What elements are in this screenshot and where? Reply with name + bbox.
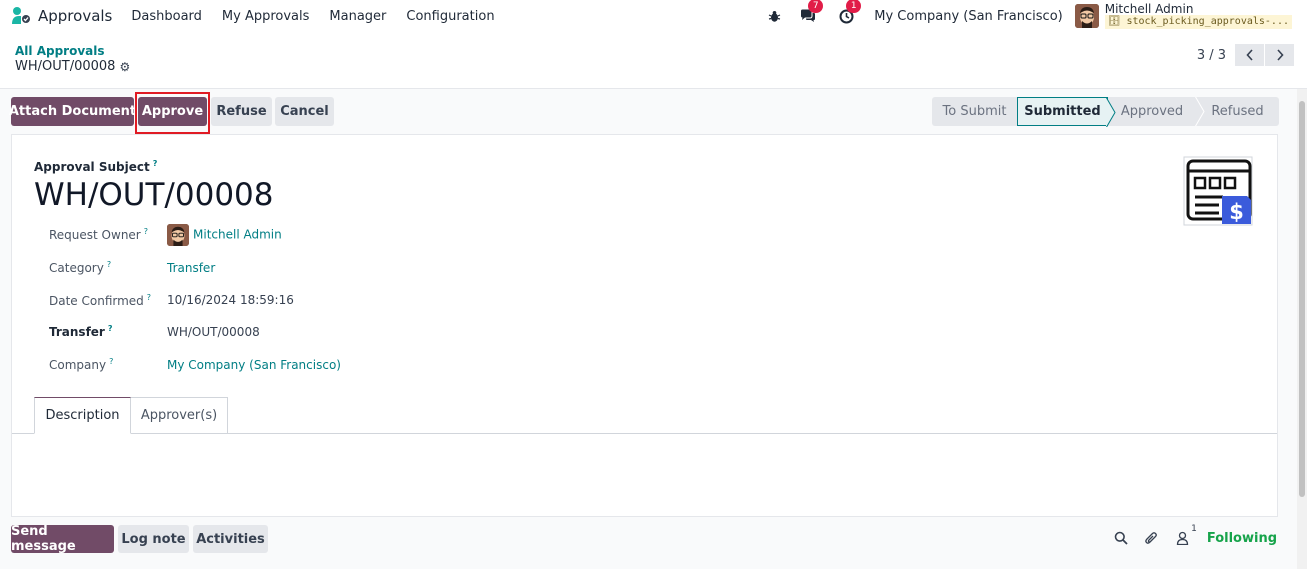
pager-previous-button[interactable]	[1235, 44, 1264, 66]
breadcrumb-all-approvals[interactable]: All Approvals	[15, 44, 105, 58]
notebook-tabs: Description Approver(s)	[12, 397, 1277, 434]
pager-next-button[interactable]	[1265, 44, 1294, 66]
following-button[interactable]: Following	[1207, 531, 1277, 546]
stage-refused[interactable]: Refused	[1196, 97, 1279, 126]
stage-arrow	[1106, 98, 1116, 127]
form-sheet: Approval Subject? WH/OUT/00008 Request O…	[11, 134, 1278, 517]
stage-submitted[interactable]: Submitted	[1017, 97, 1116, 127]
category-field[interactable]: Transfer	[167, 261, 215, 275]
attach-document-button[interactable]: Attach Document	[9, 97, 136, 126]
cancel-button[interactable]: Cancel	[275, 97, 334, 126]
approve-highlight-frame	[135, 92, 210, 134]
send-message-button[interactable]: Send message	[11, 524, 114, 554]
chatter-topbar: Send message Log note Activities 1 Follo…	[0, 517, 1307, 569]
user-name: Mitchell Admin	[1104, 2, 1194, 16]
user-menu[interactable]: Mitchell Admin 🗄︎ stock_picking_approval…	[1104, 2, 1292, 29]
control-panel: All Approvals WH/OUT/00008 ⚙ 3 / 3	[0, 32, 1307, 89]
scrollbar[interactable]	[1297, 89, 1307, 569]
company-switcher[interactable]: My Company (San Francisco)	[874, 9, 1062, 24]
help-icon[interactable]: ?	[108, 324, 113, 333]
approval-subject-label: Approval Subject?	[34, 159, 158, 174]
help-icon[interactable]: ?	[109, 357, 113, 366]
breadcrumb-current-record: WH/OUT/00008	[15, 59, 116, 74]
pager-value[interactable]: 3 / 3	[1197, 48, 1226, 63]
chevron-right-icon	[1276, 49, 1284, 61]
tab-description[interactable]: Description	[34, 397, 131, 434]
stage-to-submit[interactable]: To Submit	[932, 97, 1017, 126]
chevron-left-icon	[1245, 49, 1253, 61]
transfer-label: Transfer?	[49, 324, 113, 339]
record-title[interactable]: WH/OUT/00008	[34, 177, 274, 213]
menu-my-approvals[interactable]: My Approvals	[222, 9, 310, 24]
help-icon[interactable]: ?	[147, 293, 151, 302]
followers-icon[interactable]: 1	[1174, 524, 1197, 547]
help-icon[interactable]: ?	[153, 159, 158, 168]
help-icon[interactable]: ?	[107, 260, 111, 269]
approvals-app-icon[interactable]	[11, 6, 31, 26]
user-avatar[interactable]	[1074, 4, 1099, 28]
systray: 7 1 My Company (San Francisco) Mitchell …	[764, 0, 1307, 32]
database-name: 🗄︎ stock_picking_approvals-...	[1104, 15, 1292, 29]
followers-count: 1	[1191, 524, 1197, 534]
stage-bar: To Submit Submitted Approved Refused	[932, 97, 1279, 127]
scrollbar-thumb[interactable]	[1299, 101, 1305, 497]
menu-dashboard[interactable]: Dashboard	[131, 9, 202, 24]
top-navbar: Approvals Dashboard My Approvals Manager…	[0, 0, 1307, 32]
app-name[interactable]: Approvals	[38, 7, 112, 25]
help-icon[interactable]: ?	[144, 227, 148, 236]
transfer-field[interactable]: WH/OUT/00008	[167, 325, 260, 339]
chat-icon[interactable]: 7	[798, 0, 824, 26]
request-owner-field[interactable]: Mitchell Admin	[167, 224, 282, 246]
stage-approved[interactable]: Approved	[1108, 97, 1205, 126]
menu-manager[interactable]: Manager	[329, 9, 386, 24]
request-owner-label: Request Owner?	[49, 227, 148, 242]
main-menu: Dashboard My Approvals Manager Configura…	[131, 9, 514, 24]
bug-icon[interactable]	[764, 6, 784, 26]
date-confirmed-label: Date Confirmed?	[49, 293, 152, 308]
svg-text:$: $	[1229, 200, 1244, 224]
breadcrumb: WH/OUT/00008 ⚙	[15, 59, 130, 74]
clock-icon[interactable]: 1	[836, 0, 862, 26]
chatter-tools: 1 Following	[1103, 524, 1277, 547]
messages-badge: 7	[808, 0, 824, 13]
date-confirmed-field: 10/16/2024 18:59:16	[167, 293, 294, 307]
company-field[interactable]: My Company (San Francisco)	[167, 358, 341, 372]
avatar	[167, 224, 189, 246]
company-label: Company?	[49, 357, 114, 372]
menu-configuration[interactable]: Configuration	[406, 9, 494, 24]
category-label: Category?	[49, 260, 112, 275]
stage-arrow	[1195, 97, 1205, 126]
paperclip-icon[interactable]	[1143, 529, 1161, 547]
tab-approvers[interactable]: Approver(s)	[131, 397, 228, 434]
refuse-button[interactable]: Refuse	[211, 97, 272, 126]
search-icon[interactable]	[1112, 529, 1130, 547]
log-note-button[interactable]: Log note	[118, 525, 189, 553]
approval-category-image: $	[1183, 156, 1255, 228]
gear-icon[interactable]: ⚙	[119, 60, 130, 74]
activities-badge: 1	[846, 0, 862, 13]
pager: 3 / 3	[1197, 44, 1294, 66]
statusbar: Attach Document Approve Refuse Cancel To…	[0, 89, 1307, 134]
activities-button[interactable]: Activities	[193, 525, 268, 553]
